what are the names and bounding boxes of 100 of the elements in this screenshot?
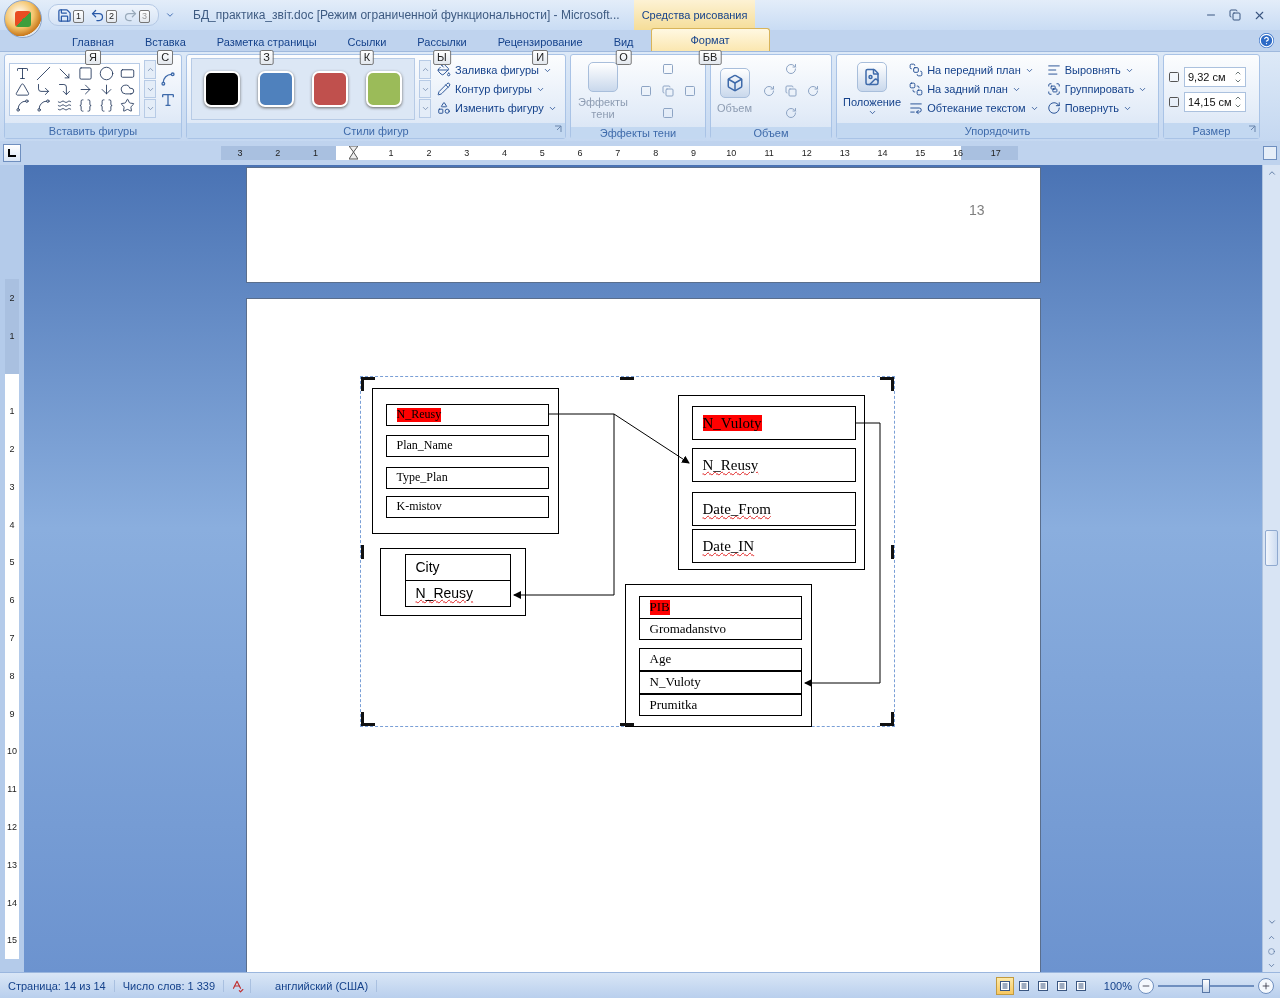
page-picture-icon (857, 61, 888, 92)
ribbon-tab[interactable]: Рецензирование (483, 32, 597, 51)
entity-frame[interactable]: N_Reusy Plan_Name Type_Plan K-mistov (371, 388, 559, 534)
entity-field[interactable]: K-mistov (385, 496, 549, 518)
customize-icon[interactable] (165, 10, 176, 20)
dialog-launcher-icon[interactable] (554, 125, 562, 133)
entity-field[interactable]: Plan_Name (385, 435, 549, 457)
ruler-number: 3 (236, 147, 244, 160)
ribbon-tab[interactable]: Ссылки (333, 32, 401, 51)
field-name: N_Reusy (702, 456, 759, 474)
zoom-out-button[interactable] (1138, 977, 1154, 994)
entity-field[interactable]: Gromadanstvo (638, 618, 802, 640)
ribbon-command[interactable]: Повернуть (1044, 101, 1150, 115)
connector-arrow[interactable] (803, 422, 880, 687)
selection-handle[interactable] (879, 377, 894, 391)
shadow-icon (588, 62, 618, 92)
text-box-icon[interactable] (160, 91, 176, 108)
field-name: N_Reusy (415, 585, 474, 602)
style-swatch[interactable] (366, 71, 402, 107)
ribbon-tab[interactable]: Формат (650, 28, 770, 51)
align-icon (1046, 63, 1061, 77)
ribbon-command[interactable]: На передний план (907, 63, 1041, 77)
vertical-scrollbar[interactable] (1262, 165, 1280, 972)
ruler-number: 3 (8, 480, 16, 494)
group-label: Эффекты тени (599, 127, 677, 139)
dialog-launcher-icon[interactable] (1248, 125, 1256, 133)
entity-frame[interactable]: PIB Gromadanstvo Age N_Vuloty Prumitka (624, 584, 812, 727)
entity-field[interactable]: Date_IN (691, 529, 856, 563)
selection-handle[interactable] (360, 712, 375, 726)
page-icon (1055, 979, 1068, 992)
entity-field[interactable]: Age (638, 648, 802, 671)
entity-field[interactable]: PIB (638, 596, 802, 619)
drawing-canvas[interactable]: N_Reusy Plan_Name Type_Plan K-mistov N_Vuloty N_Reusy Date_From Date_IN City N_Reusy PIB Gromadanstvo Age N_Vuloty Prumitka (359, 376, 895, 727)
restore-icon[interactable] (1229, 8, 1241, 21)
selection-handle[interactable] (360, 377, 375, 391)
office-button[interactable] (4, 0, 42, 38)
view-mode-button[interactable] (995, 976, 1014, 995)
style-swatch[interactable] (204, 71, 240, 107)
selection-handle[interactable] (619, 723, 634, 726)
ruler-number: 8 (652, 147, 660, 160)
ruler-number: 16 (952, 147, 965, 160)
selection-handle[interactable] (890, 545, 894, 559)
zoom-in-button[interactable] (1258, 977, 1274, 994)
ribbon-command[interactable]: Контур фигуры (435, 82, 559, 96)
ruler-number: 15 (914, 147, 927, 160)
style-swatch[interactable] (312, 71, 348, 107)
entity-frame[interactable]: City N_Reusy (379, 548, 526, 616)
context-tab-label: Средства рисования (633, 0, 756, 30)
entity-field[interactable]: Prumitka (638, 694, 802, 716)
style-swatch[interactable] (258, 71, 294, 107)
page-icon (1036, 979, 1049, 992)
plus-icon (1261, 980, 1271, 991)
scroll-thumb[interactable] (1265, 529, 1278, 566)
connector-arrow[interactable] (548, 413, 690, 464)
entity-field[interactable]: N_Reusy (404, 580, 511, 607)
tab-selector[interactable] (3, 144, 21, 162)
entity-field[interactable]: N_Reusy (385, 404, 549, 426)
ribbon-tab[interactable]: Главная (58, 32, 128, 51)
ribbon-command[interactable]: Выровнять (1044, 63, 1150, 77)
entity-field[interactable]: Date_From (691, 492, 856, 526)
zoom-level[interactable]: 100% (1103, 979, 1132, 992)
undo-icon[interactable] (90, 7, 105, 23)
connector-arrow[interactable] (512, 413, 614, 599)
ruler-number: 2 (8, 291, 16, 305)
ribbon-command[interactable]: На задний план (907, 82, 1041, 96)
ribbon-tab[interactable]: Рассылки (403, 32, 481, 51)
key-tip: К (359, 50, 375, 65)
pencil-icon (437, 82, 451, 96)
window-title: БД_практика_звіт.doc [Режим ограниченной функциональности] - Microsoft... (193, 8, 620, 22)
language-indicator[interactable]: английский (США) (251, 979, 378, 992)
size-field[interactable]: 14,15 см (1184, 91, 1246, 112)
ribbon-command[interactable]: Группировать (1044, 82, 1150, 96)
key-tip: БВ (698, 50, 722, 65)
entity-field[interactable]: City (404, 554, 511, 581)
ribbon-command[interactable]: Изменить фигуру (435, 101, 559, 115)
ribbon-command[interactable]: Заливка фигуры (435, 63, 559, 77)
size-field[interactable]: 9,32 см (1184, 66, 1246, 87)
entity-field[interactable]: N_Reusy (691, 448, 856, 482)
selection-handle[interactable] (879, 712, 894, 726)
entity-frame[interactable]: N_Vuloty N_Reusy Date_From Date_IN (677, 395, 865, 570)
ribbon-tab[interactable]: Вставка (130, 32, 200, 51)
selection-handle[interactable] (619, 377, 634, 380)
position-button[interactable]: Положение (841, 61, 904, 117)
ruler-toggle-icon[interactable] (1263, 146, 1277, 160)
ribbon-tab[interactable]: Разметка страницы (202, 32, 331, 51)
group-label: Вставить фигуры (48, 124, 138, 137)
selection-handle[interactable] (360, 545, 364, 559)
entity-field[interactable]: N_Vuloty (638, 671, 802, 694)
slider-thumb[interactable] (1202, 978, 1210, 993)
entity-field[interactable]: Type_Plan (385, 467, 549, 489)
edit-shape-icon[interactable] (160, 70, 176, 87)
ruler-number: 12 (800, 147, 813, 160)
word-count[interactable]: Число слов: 1 339 (114, 979, 225, 992)
ruler-number: 1 (312, 147, 319, 160)
entity-field[interactable]: N_Vuloty (691, 406, 856, 440)
ruler-number: 8 (8, 669, 16, 683)
save-icon[interactable] (57, 7, 72, 23)
ribbon-tab[interactable]: Вид (599, 32, 648, 51)
ribbon-command[interactable]: Обтекание текстом (907, 101, 1041, 115)
page-count[interactable]: Страница: 14 из 14 (0, 979, 115, 992)
